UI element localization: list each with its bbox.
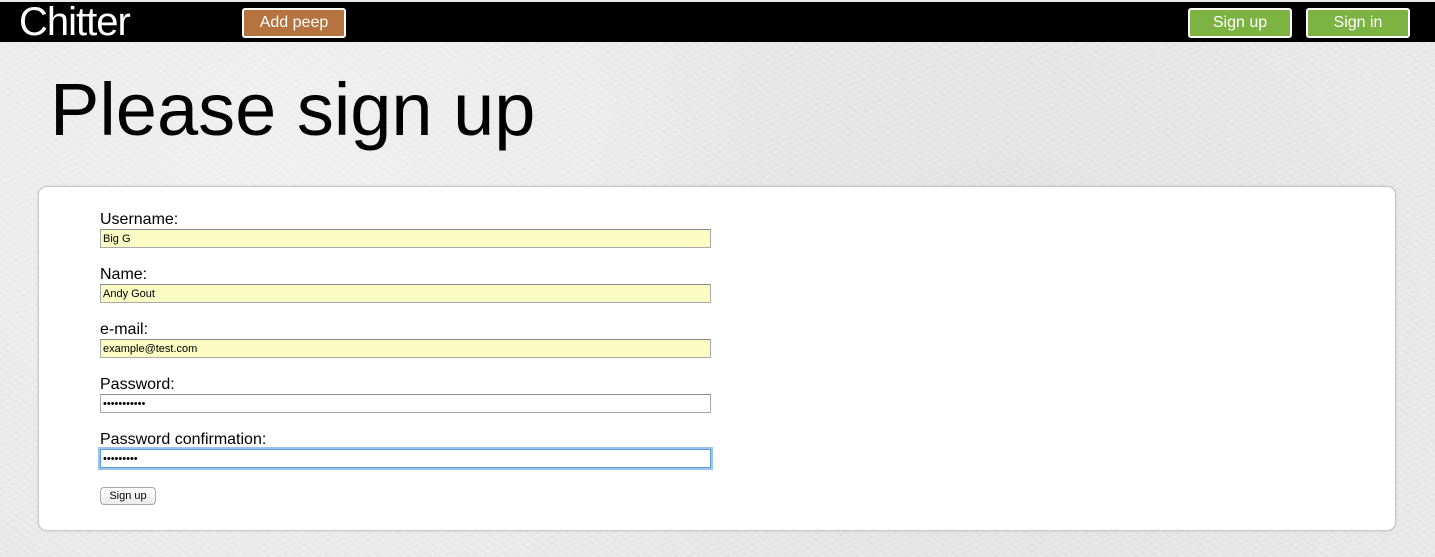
sign-up-nav-button[interactable]: Sign up (1188, 8, 1292, 38)
email-label: e-mail: (100, 321, 149, 338)
page-title: Please sign up (50, 68, 536, 151)
password-confirmation-field-group: Password confirmation: (100, 431, 711, 468)
password-field-group: Password: (100, 376, 711, 413)
password-confirmation-label: Password confirmation: (100, 431, 267, 448)
top-nav-bar: Chitter Add peep Sign up Sign in (0, 0, 1435, 43)
sign-in-nav-button[interactable]: Sign in (1306, 8, 1410, 38)
logo[interactable]: Chitter (19, 1, 131, 43)
signup-form-panel: Username: Name: e-mail: Password: Passwo… (38, 186, 1396, 531)
password-input[interactable] (100, 394, 711, 413)
email-input[interactable] (100, 339, 711, 358)
password-label: Password: (100, 376, 175, 393)
password-confirmation-input[interactable] (100, 449, 711, 468)
username-label: Username: (100, 211, 179, 228)
add-peep-button[interactable]: Add peep (242, 8, 346, 38)
email-field-group: e-mail: (100, 321, 711, 358)
name-field-group: Name: (100, 266, 711, 303)
username-input[interactable] (100, 229, 711, 248)
username-field-group: Username: (100, 211, 711, 248)
sign-up-submit-button[interactable]: Sign up (100, 487, 156, 505)
name-label: Name: (100, 266, 148, 283)
name-input[interactable] (100, 284, 711, 303)
